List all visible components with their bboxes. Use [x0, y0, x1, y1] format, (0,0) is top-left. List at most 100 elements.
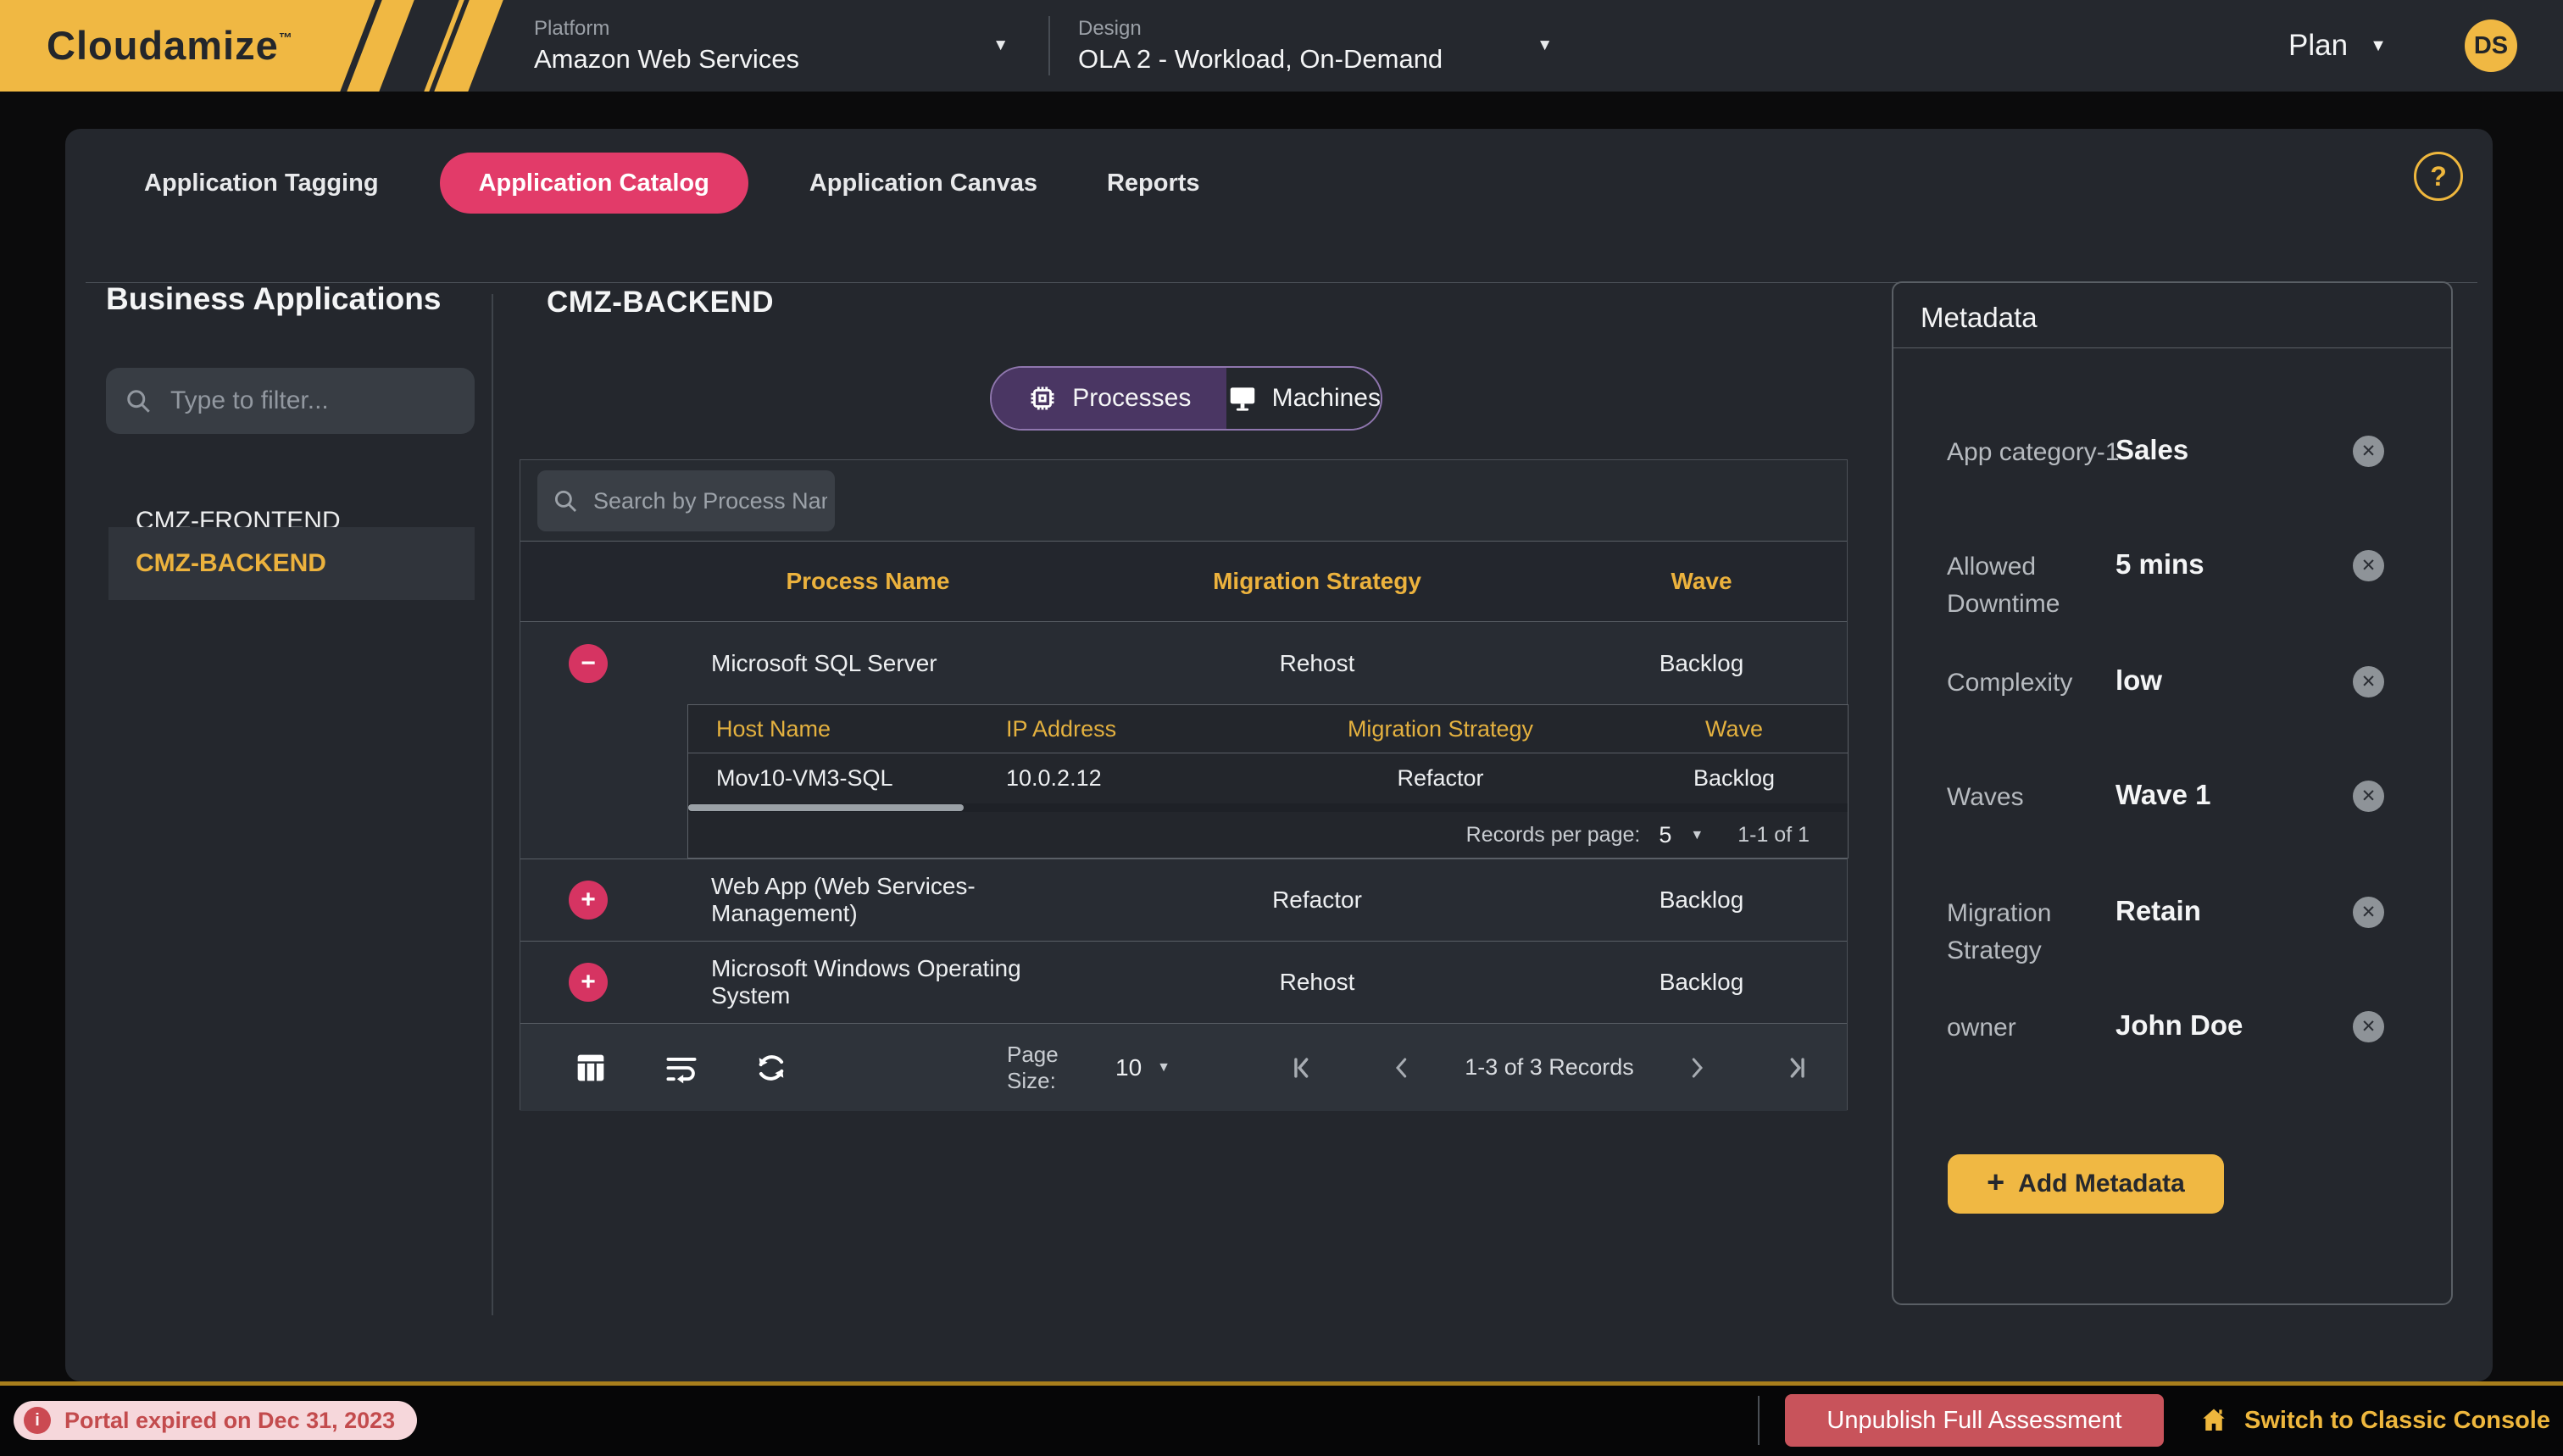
nested-record-range: 1-1 of 1 [1737, 823, 1810, 847]
sidebar-item-cmz-backend[interactable]: CMZ-BACKEND [108, 527, 475, 600]
portal-expired-text: Portal expired on Dec 31, 2023 [64, 1408, 395, 1434]
bottom-bar: i Portal expired on Dec 31, 2023 Unpubli… [0, 1386, 2563, 1456]
switch-to-classic-link[interactable]: Switch to Classic Console [2199, 1394, 2550, 1447]
process-search[interactable] [537, 470, 835, 531]
metadata-key: Allowed Downtime [1947, 548, 2121, 622]
ip-address-cell: 10.0.2.12 [981, 765, 1260, 792]
chevron-down-icon: ▼ [2370, 36, 2387, 56]
wrap-text-icon[interactable] [663, 1049, 700, 1086]
design-label: Design [1078, 17, 1443, 41]
host-name-cell: Mov10-VM3-SQL [688, 765, 981, 792]
remove-metadata-icon[interactable]: ✕ [2353, 550, 2384, 581]
table-header: Process Name Migration Strategy Wave [520, 542, 1847, 622]
plan-menu[interactable]: Plan ▼ [2288, 0, 2387, 92]
col-wave: Wave [1554, 568, 1849, 595]
collapse-row-button[interactable]: − [569, 644, 608, 683]
refresh-icon[interactable] [753, 1049, 790, 1086]
nested-footer: Records per page: 5 ▼ 1-1 of 1 [688, 812, 1848, 859]
monitor-icon [1226, 382, 1259, 414]
remove-metadata-icon[interactable]: ✕ [2353, 666, 2384, 697]
plus-icon: + [1987, 1167, 2004, 1198]
pagination: 1-3 of 3 Records [1252, 1053, 1847, 1082]
records-per-page-value[interactable]: 5 [1659, 822, 1671, 848]
strategy-cell: Refactor [1080, 886, 1554, 914]
records-per-page-label: Records per page: [1466, 823, 1641, 847]
add-metadata-button[interactable]: + Add Metadata [1948, 1154, 2224, 1214]
portal-expired-badge: i Portal expired on Dec 31, 2023 [14, 1401, 417, 1440]
help-icon[interactable]: ? [2414, 152, 2463, 201]
info-icon: i [24, 1407, 51, 1434]
table-search-row [520, 460, 1847, 542]
remove-metadata-icon[interactable]: ✕ [2353, 781, 2384, 812]
platform-stack: Platform Amazon Web Services [534, 17, 799, 75]
table-toolbar: Page Size: 10 ▼ 1-3 of 3 Records [520, 1023, 1847, 1111]
metadata-value: Wave 1 [2115, 779, 2211, 811]
page-size-label: Page Size: [1007, 1042, 1100, 1094]
header-divider [1048, 16, 1050, 75]
design-selector[interactable]: Design OLA 2 - Workload, On-Demand ▼ [1078, 0, 1553, 92]
tab-application-canvas[interactable]: Application Canvas [801, 169, 1046, 197]
col-host-name: Host Name [688, 716, 981, 742]
home-icon [2199, 1405, 2229, 1436]
col-process-name: Process Name [656, 568, 1080, 595]
brand-logo: Cloudamize™ [0, 0, 525, 92]
plan-label: Plan [2288, 29, 2348, 63]
metadata-value: Retain [2115, 895, 2201, 927]
filter-input[interactable] [169, 386, 440, 416]
process-name-cell: Microsoft Windows Operating System [656, 955, 1080, 1009]
remove-metadata-icon[interactable]: ✕ [2353, 897, 2384, 928]
col-migration-strategy: Migration Strategy [1080, 568, 1554, 595]
page-size-value[interactable]: 10 [1115, 1054, 1142, 1081]
toggle-processes[interactable]: Processes [992, 368, 1226, 429]
metadata-panel: Metadata App category-1 Sales ✕ Allowed … [1892, 281, 2453, 1305]
scrollbar-thumb[interactable] [688, 804, 964, 811]
top-header: Cloudamize™ Platform Amazon Web Services… [0, 0, 2563, 92]
chevron-down-icon[interactable]: ▼ [1690, 828, 1704, 843]
chevron-down-icon[interactable]: ▼ [992, 36, 1009, 55]
platform-selector[interactable]: Platform Amazon Web Services ▼ [534, 0, 1009, 92]
chip-icon [1026, 382, 1059, 414]
wave-cell: Backlog [1554, 886, 1849, 914]
unpublish-button[interactable]: Unpublish Full Assessment [1785, 1394, 2164, 1447]
bottom-bar-divider [1758, 1396, 1760, 1445]
expand-row-button[interactable]: + [569, 963, 608, 1002]
remove-metadata-icon[interactable]: ✕ [2353, 1011, 2384, 1042]
last-page-icon[interactable] [1747, 1053, 1847, 1082]
sidebar-filter[interactable] [106, 368, 475, 434]
metadata-value: Sales [2115, 434, 2188, 466]
metadata-divider [1893, 347, 2451, 348]
metadata-title: Metadata [1921, 302, 2038, 334]
metadata-key: Waves [1947, 779, 2121, 816]
avatar[interactable]: DS [2465, 19, 2517, 72]
metadata-key: Complexity [1947, 664, 2121, 702]
process-name-cell: Microsoft SQL Server [656, 650, 1080, 677]
horizontal-scrollbar [688, 803, 1848, 812]
first-page-icon[interactable] [1252, 1053, 1352, 1082]
remove-metadata-icon[interactable]: ✕ [2353, 436, 2384, 467]
processes-table: Process Name Migration Strategy Wave − M… [520, 459, 1848, 1110]
col-ip-address: IP Address [981, 716, 1260, 742]
process-search-input[interactable] [592, 487, 829, 515]
design-value: OLA 2 - Workload, On-Demand [1078, 44, 1443, 75]
wave-cell: Backlog [1554, 650, 1849, 677]
previous-page-icon[interactable] [1352, 1055, 1452, 1081]
toggle-machines-label: Machines [1272, 384, 1381, 413]
cloudamize-app: Cloudamize™ Platform Amazon Web Services… [0, 0, 2563, 1456]
col-nested-migration-strategy: Migration Strategy [1260, 716, 1621, 742]
expand-row-button[interactable]: + [569, 881, 608, 920]
wave-cell: Backlog [1554, 969, 1849, 996]
chevron-down-icon[interactable]: ▼ [1157, 1060, 1170, 1075]
table-row: + Web App (Web Services-Management) Refa… [520, 859, 1847, 941]
toggle-machines[interactable]: Machines [1226, 368, 1381, 429]
metadata-value: 5 mins [2115, 548, 2204, 581]
brand-name: Cloudamize™ [47, 22, 293, 69]
next-page-icon[interactable] [1647, 1055, 1747, 1081]
tab-application-catalog[interactable]: Application Catalog [440, 153, 748, 214]
column-settings-icon[interactable] [571, 1048, 610, 1087]
chevron-down-icon[interactable]: ▼ [1537, 36, 1553, 55]
main-card: Application Tagging Application Catalog … [65, 129, 2493, 1381]
platform-value: Amazon Web Services [534, 44, 799, 75]
tab-reports[interactable]: Reports [1098, 169, 1209, 197]
tab-application-tagging[interactable]: Application Tagging [136, 169, 387, 197]
metadata-value: John Doe [2115, 1009, 2243, 1042]
